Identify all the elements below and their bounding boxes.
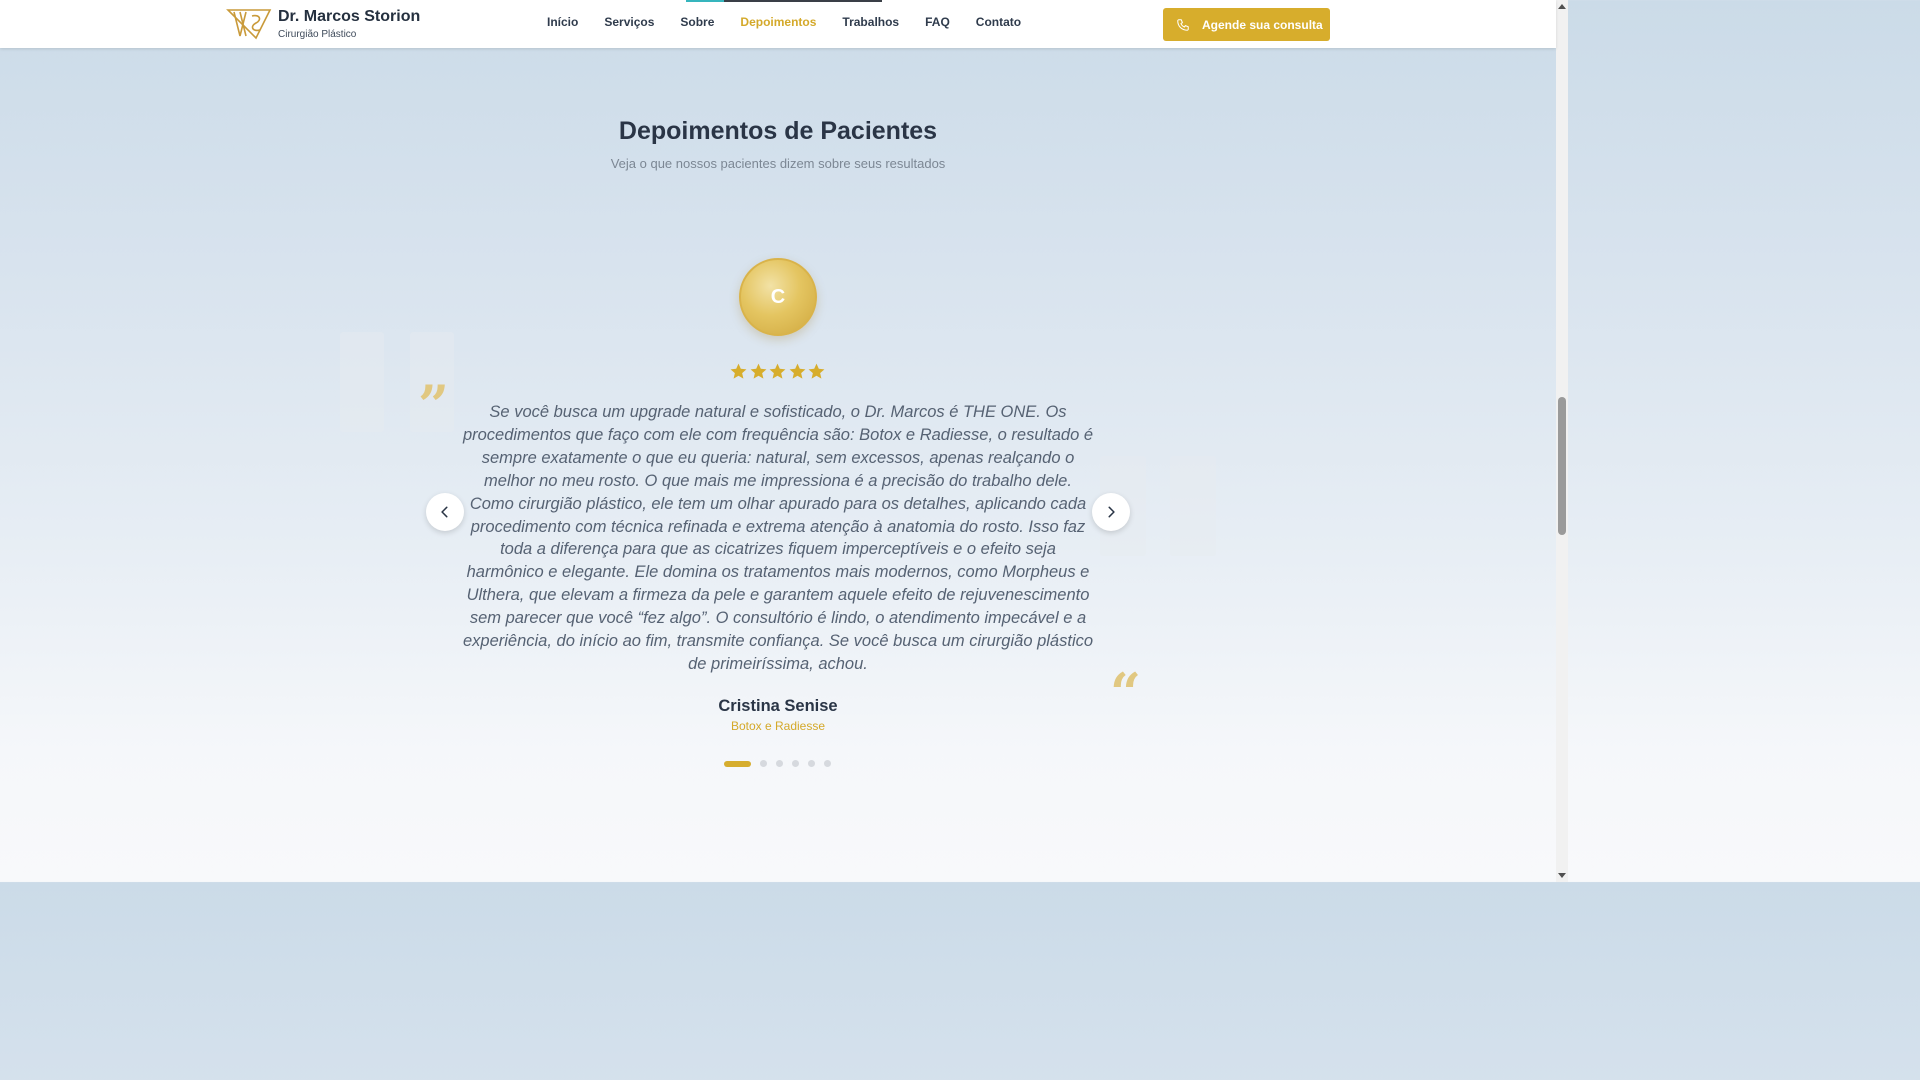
ghost-slide-right-b	[1170, 456, 1216, 556]
section-subtitle: Veja o que nossos pacientes dizem sobre …	[610, 156, 946, 171]
brand-subtitle: Cirurgião Plástico	[278, 28, 357, 40]
scroll-up-icon[interactable]	[1558, 4, 1566, 9]
page-scrollbar[interactable]	[1556, 0, 1568, 882]
star-icon	[808, 363, 825, 379]
section-title: Depoimentos de Pacientes	[618, 117, 938, 145]
carousel-dot-3[interactable]	[776, 760, 783, 767]
chevron-right-icon	[1108, 506, 1115, 518]
star-icon	[769, 363, 786, 379]
schedule-consultation-label: Agende sua consulta	[1202, 17, 1323, 32]
nav-item-trabalhos[interactable]: Trabalhos	[842, 15, 899, 29]
nav-item-faq[interactable]: FAQ	[925, 15, 950, 29]
schedule-consultation-button[interactable]: Agende sua consulta	[1163, 8, 1330, 41]
main-nav: Início Serviços Sobre Depoimentos Trabal…	[534, 15, 1034, 29]
carousel-prev-button[interactable]	[426, 493, 464, 531]
carousel-next-button[interactable]	[1092, 493, 1130, 531]
nav-item-inicio[interactable]: Início	[547, 15, 578, 29]
chevron-left-icon	[441, 506, 448, 518]
testimonial-text: Se você busca um upgrade natural e sofis…	[462, 403, 1094, 673]
phone-icon	[1177, 18, 1189, 31]
carousel-dot-2[interactable]	[760, 760, 767, 767]
carousel-dot-1[interactable]	[724, 760, 751, 767]
scrollbar-thumb[interactable]	[1558, 397, 1566, 535]
ghost-slide-left-a	[340, 332, 384, 432]
site-header: Dr. Marcos Storion Cirurgião Plástico In…	[0, 0, 1556, 48]
testimonial-author: Cristina Senise	[718, 697, 838, 715]
star-rating	[729, 362, 827, 381]
open-quote-icon: ”	[418, 373, 450, 437]
avatar-initial: C	[770, 285, 786, 308]
carousel-dot-5[interactable]	[808, 760, 815, 767]
star-icon	[730, 363, 747, 379]
nav-item-contato[interactable]: Contato	[976, 15, 1021, 29]
testimonial-procedure: Botox e Radiesse	[730, 719, 826, 733]
scroll-progress-indicator	[686, 0, 882, 2]
carousel-pagination	[724, 760, 840, 767]
ms-monogram-icon	[226, 9, 272, 40]
carousel-dot-4[interactable]	[792, 760, 799, 767]
scroll-down-icon[interactable]	[1558, 873, 1566, 878]
star-icon	[750, 363, 766, 379]
nav-item-depoimentos[interactable]: Depoimentos	[740, 15, 816, 29]
nav-item-sobre[interactable]: Sobre	[680, 15, 714, 29]
star-icon	[789, 363, 805, 379]
brand-logo[interactable]: Dr. Marcos Storion Cirurgião Plástico	[226, 6, 420, 42]
brand-name: Dr. Marcos Storion	[278, 7, 421, 25]
nav-item-servicos[interactable]: Serviços	[604, 15, 654, 29]
carousel-dot-6[interactable]	[824, 760, 831, 767]
avatar: C	[739, 258, 817, 336]
